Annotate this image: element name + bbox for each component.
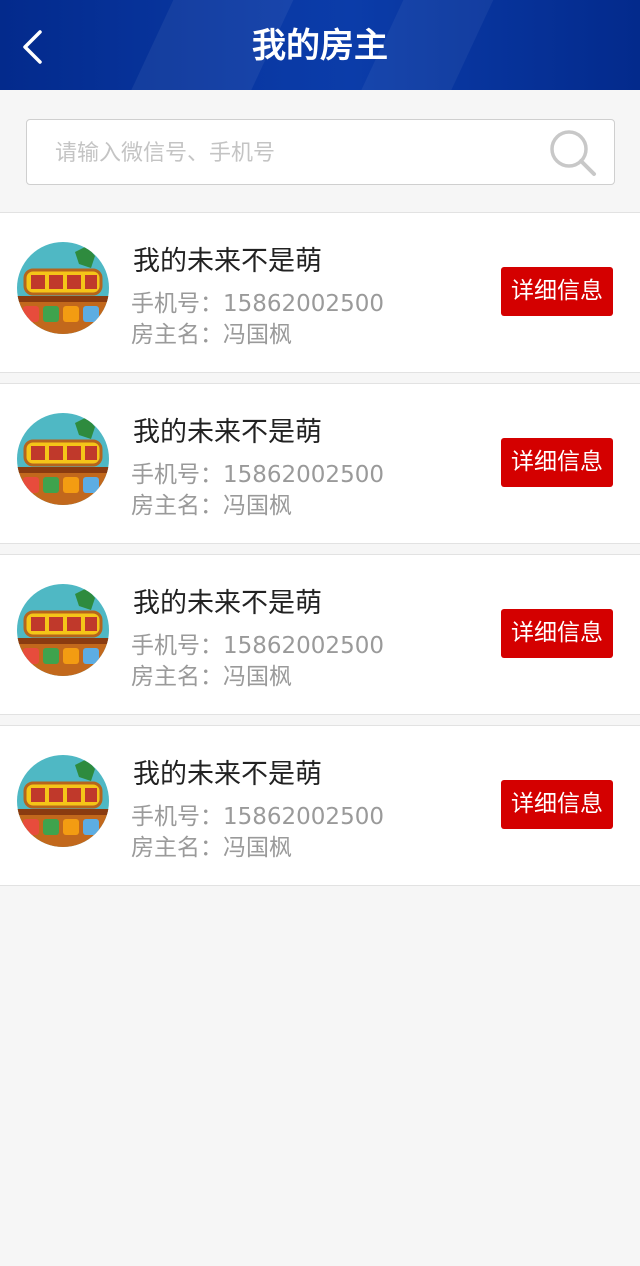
landlord-name: 我的未来不是萌 [133,417,322,448]
game-logo-image [17,413,109,505]
landlord-owner-name: 房主名：冯国枫 [131,835,292,861]
details-button[interactable]: 详细信息 [501,438,613,487]
landlord-name: 我的未来不是萌 [133,759,322,790]
list-item: 我的未来不是萌 手机号：15862002500 房主名：冯国枫 详细信息 [0,725,640,886]
landlord-name: 我的未来不是萌 [133,246,322,277]
search-icon[interactable] [548,128,598,178]
list-item: 我的未来不是萌 手机号：15862002500 房主名：冯国枫 详细信息 [0,213,640,373]
landlord-owner-name: 房主名：冯国枫 [131,493,292,519]
landlord-phone: 手机号：15862002500 [131,291,384,317]
game-logo-image [17,755,109,847]
list-item: 我的未来不是萌 手机号：15862002500 房主名：冯国枫 详细信息 [0,383,640,544]
landlord-list: 我的未来不是萌 手机号：15862002500 房主名：冯国枫 详细信息 我的未… [0,212,640,886]
landlord-phone: 手机号：15862002500 [131,462,384,488]
list-item: 我的未来不是萌 手机号：15862002500 房主名：冯国枫 详细信息 [0,554,640,715]
top-bar: 我的房主 [0,0,640,90]
search-input[interactable] [53,120,537,186]
avatar [17,413,109,505]
landlord-owner-name: 房主名：冯国枫 [131,664,292,690]
landlord-phone: 手机号：15862002500 [131,804,384,830]
game-logo-image [17,584,109,676]
search-box [26,119,615,186]
search-area [0,90,640,212]
page-title: 我的房主 [252,26,388,66]
game-logo-image [17,242,109,334]
landlord-owner-name: 房主名：冯国枫 [131,322,292,348]
avatar [17,242,109,334]
details-button[interactable]: 详细信息 [501,780,613,829]
landlord-name: 我的未来不是萌 [133,588,322,619]
details-button[interactable]: 详细信息 [501,267,613,316]
avatar [17,584,109,676]
avatar [17,755,109,847]
landlord-phone: 手机号：15862002500 [131,633,384,659]
details-button[interactable]: 详细信息 [501,609,613,658]
